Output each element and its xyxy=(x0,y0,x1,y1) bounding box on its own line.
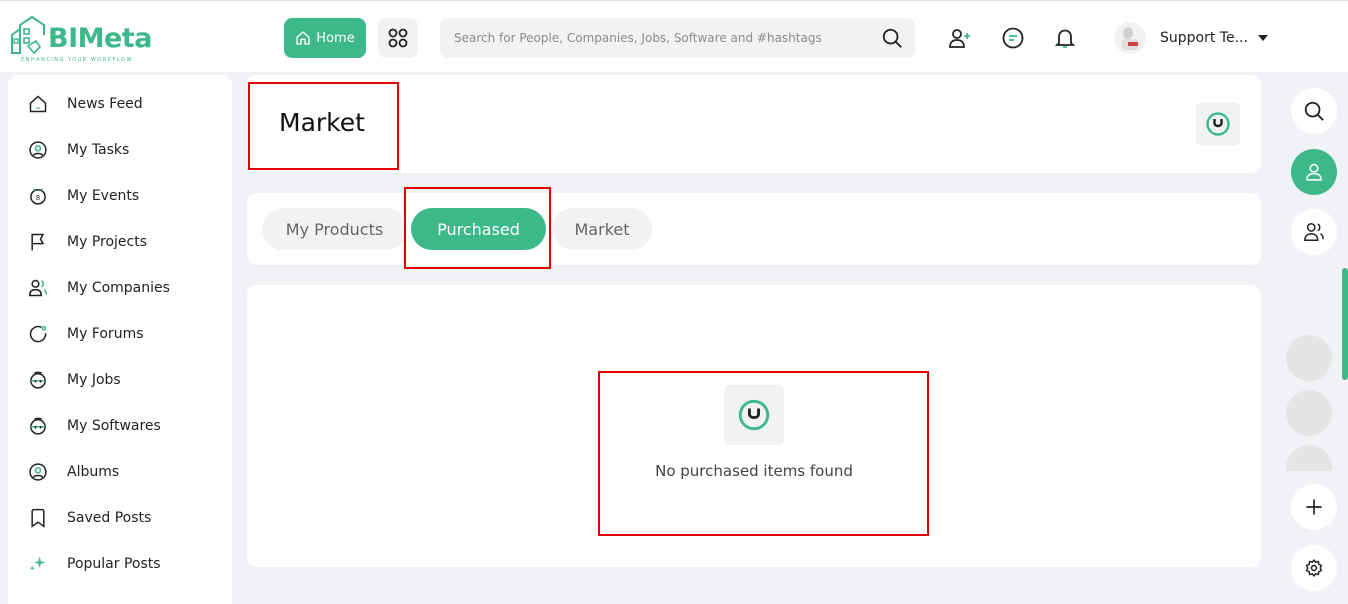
plus-icon xyxy=(1306,499,1322,515)
tab-market[interactable]: Market xyxy=(552,208,652,250)
page-header-card: Market xyxy=(247,75,1261,173)
user-name: Support Te... xyxy=(1160,30,1248,46)
brand-tagline: ENHANCING YOUR WORKFLOW xyxy=(21,57,133,63)
contact-avatar-placeholder[interactable] xyxy=(1286,445,1332,471)
search-input[interactable]: Search for People, Companies, Jobs, Soft… xyxy=(440,18,915,58)
sidebar-item-label: My Events xyxy=(67,188,140,204)
market-button[interactable] xyxy=(1196,102,1240,146)
notifications-button[interactable] xyxy=(1052,25,1078,51)
sidebar-item-my-projects[interactable]: My Projects xyxy=(8,219,232,265)
sidebar-item-label: My Projects xyxy=(67,234,148,250)
bookmark-icon xyxy=(28,508,48,528)
briefcase-icon xyxy=(28,370,48,390)
annotation-box-empty-state xyxy=(598,371,929,536)
sidebar-item-my-companies[interactable]: My Companies xyxy=(8,265,232,311)
bell-icon xyxy=(1054,29,1076,48)
user-menu[interactable]: Support Te... xyxy=(1114,20,1268,56)
market-tabs: My Products Market Purchased xyxy=(247,193,1261,265)
calendar-icon: 8 xyxy=(28,186,48,206)
sidebar-item-my-events[interactable]: 8 My Events xyxy=(8,173,232,219)
rail-search-button[interactable] xyxy=(1291,88,1337,134)
sidebar-item-label: My Jobs xyxy=(67,372,121,388)
home-icon xyxy=(296,31,310,45)
sidebar-item-my-tasks[interactable]: My Tasks xyxy=(8,127,232,173)
sidebar-item-news-feed[interactable]: News Feed xyxy=(8,81,232,127)
gear-icon xyxy=(1305,558,1323,578)
rail-settings-button[interactable] xyxy=(1291,545,1337,591)
rail-group-button[interactable] xyxy=(1291,209,1337,255)
contact-avatar-placeholder[interactable] xyxy=(1286,335,1332,381)
sidebar-item-label: My Forums xyxy=(67,326,144,342)
brand-name: BIMeta xyxy=(48,23,152,54)
search-placeholder: Search for People, Companies, Jobs, Soft… xyxy=(454,31,822,45)
sparkle-icon xyxy=(28,554,48,574)
messages-button[interactable] xyxy=(1000,25,1026,51)
add-user-icon xyxy=(949,29,970,48)
sidebar-item-popular-posts[interactable]: Popular Posts xyxy=(8,541,232,587)
rail-profile-button[interactable] xyxy=(1291,149,1337,195)
apps-button[interactable] xyxy=(378,18,418,58)
sidebar-item-label: Albums xyxy=(67,464,120,480)
sidebar-item-label: My Companies xyxy=(67,280,170,296)
tab-my-products[interactable]: My Products xyxy=(262,208,407,250)
avatar xyxy=(1114,22,1146,54)
sidebar-item-label: News Feed xyxy=(67,96,143,112)
svg-text:8: 8 xyxy=(36,194,40,202)
sidebar-item-label: My Tasks xyxy=(67,142,130,158)
search-icon[interactable] xyxy=(881,27,903,49)
search-icon xyxy=(1304,101,1324,121)
sidebar-item-my-softwares[interactable]: My Softwares xyxy=(8,403,232,449)
users-icon xyxy=(28,278,48,298)
rail-scrollbar[interactable] xyxy=(1342,268,1348,380)
user-circle-icon xyxy=(28,140,48,160)
sidebar-item-albums[interactable]: Albums xyxy=(8,449,232,495)
sidebar: News Feed My Tasks 8 My Events My Projec… xyxy=(8,75,232,604)
top-header: BIMeta ENHANCING YOUR WORKFLOW Home Sear… xyxy=(0,0,1348,72)
sidebar-item-saved-posts[interactable]: Saved Posts xyxy=(8,495,232,541)
group-icon xyxy=(1304,223,1324,241)
annotation-box-purchased-tab xyxy=(404,187,551,269)
sidebar-item-label: Popular Posts xyxy=(67,556,161,572)
home-button[interactable]: Home xyxy=(284,18,366,58)
rail-add-button[interactable] xyxy=(1291,484,1337,530)
annotation-box-title xyxy=(248,82,399,170)
contact-avatar-placeholder[interactable] xyxy=(1286,390,1332,436)
software-icon xyxy=(28,416,48,436)
sidebar-item-my-jobs[interactable]: My Jobs xyxy=(8,357,232,403)
apps-grid-icon xyxy=(388,28,408,48)
home-button-label: Home xyxy=(316,30,355,46)
home-icon xyxy=(28,94,48,114)
flag-icon xyxy=(28,232,48,252)
logo-building-icon xyxy=(11,15,45,55)
album-icon xyxy=(28,462,48,482)
caret-down-icon[interactable] xyxy=(1257,35,1268,41)
user-icon xyxy=(1306,163,1322,181)
sidebar-item-label: My Softwares xyxy=(67,418,161,434)
sidebar-item-my-forums[interactable]: My Forums xyxy=(8,311,232,357)
add-user-button[interactable] xyxy=(947,25,973,51)
chat-icon xyxy=(1002,27,1024,49)
sidebar-item-label: Saved Posts xyxy=(67,510,152,526)
forum-icon xyxy=(28,324,48,344)
bag-icon xyxy=(1206,112,1230,136)
brand-logo[interactable]: BIMeta ENHANCING YOUR WORKFLOW xyxy=(10,13,152,63)
